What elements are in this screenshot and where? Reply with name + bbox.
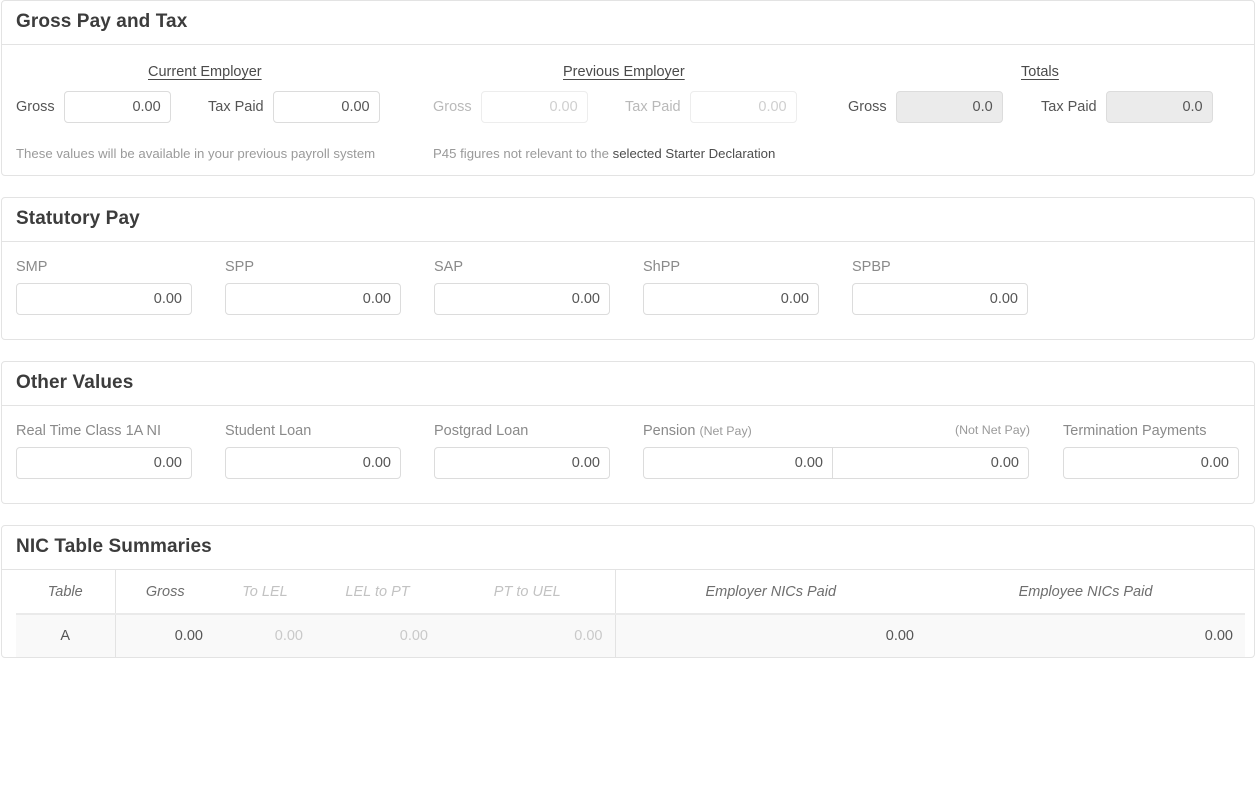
field-student-loan-label: Student Loan	[225, 423, 312, 439]
field-student-loan-input[interactable]	[225, 447, 401, 479]
field-postgrad-loan: Postgrad Loan	[434, 423, 610, 479]
statutory-pay-title: Statutory Pay	[16, 208, 140, 229]
pension-label-sub: (Net Pay)	[699, 424, 752, 438]
previous-employer-gross-field: Gross	[433, 91, 588, 123]
field-spbp-input[interactable]	[852, 283, 1028, 315]
page-title: Gross Pay and Tax	[16, 11, 188, 32]
pension-inputs	[643, 447, 1030, 479]
nic-cell-lel-to-pt: 0.00	[315, 614, 440, 657]
statutory-pay-body: SMP SPP SAP ShPP SPBP	[2, 242, 1254, 339]
field-spp-input[interactable]	[225, 283, 401, 315]
nic-col-lel-to-pt: LEL to PT	[315, 570, 440, 615]
pension-not-net-pay-label: (Not Net Pay)	[954, 423, 1030, 437]
nic-cell-employee-nics-paid: 0.00	[926, 614, 1245, 657]
nic-col-to-lel: To LEL	[215, 570, 315, 615]
nic-cell-to-lel: 0.00	[215, 614, 315, 657]
field-sap-label: SAP	[434, 259, 464, 275]
field-sap-input[interactable]	[434, 283, 610, 315]
field-termination-payments: Termination Payments	[1063, 423, 1239, 479]
nic-table-summaries-header: NIC Table Summaries	[2, 526, 1254, 570]
nic-table-summaries-card: NIC Table Summaries Table Gross To LEL L…	[1, 525, 1255, 658]
current-employer-tax-paid-field: Tax Paid	[208, 91, 380, 123]
pension-label: Pension (Net Pay)	[643, 423, 752, 439]
field-student-loan: Student Loan	[225, 423, 401, 479]
nic-cell-employer-nics-paid: 0.00	[615, 614, 926, 657]
field-real-time-class-1a-ni-label: Real Time Class 1A NI	[16, 423, 162, 439]
statutory-pay-fields: SMP SPP SAP ShPP SPBP	[16, 242, 1240, 339]
field-real-time-class-1a-ni: Real Time Class 1A NI	[16, 423, 192, 479]
totals-tax-paid-label: Tax Paid	[1041, 99, 1097, 115]
column-title-previous-employer: Previous Employer	[563, 64, 685, 80]
nic-cell-gross: 0.00	[115, 614, 215, 657]
nic-table-head: Table Gross To LEL LEL to PT PT to UEL E…	[16, 570, 1245, 615]
field-shpp-label: ShPP	[643, 259, 681, 275]
field-shpp-input[interactable]	[643, 283, 819, 315]
nic-col-pt-to-uel: PT to UEL	[440, 570, 616, 615]
current-employer-helper-text: These values will be available in your p…	[16, 146, 376, 161]
field-smp: SMP	[16, 259, 192, 315]
totals-tax-paid-field: Tax Paid	[1041, 91, 1213, 123]
statutory-pay-header: Statutory Pay	[2, 198, 1254, 242]
field-postgrad-loan-input[interactable]	[434, 447, 610, 479]
statutory-pay-card: Statutory Pay SMP SPP SAP ShPP	[1, 197, 1255, 340]
totals-tax-paid-value	[1105, 91, 1213, 123]
pension-net-pay-input[interactable]	[643, 447, 833, 479]
current-employer-gross-field: Gross	[16, 91, 171, 123]
field-spbp-label: SPBP	[852, 259, 891, 275]
nic-col-gross: Gross	[115, 570, 215, 615]
previous-tax-paid-input[interactable]	[689, 91, 797, 123]
nic-col-employer-nics-paid: Employer NICs Paid	[615, 570, 926, 615]
gross-pay-and-tax-header: Gross Pay and Tax	[2, 1, 1254, 45]
nic-cell-table: A	[16, 614, 116, 657]
field-spp: SPP	[225, 259, 401, 315]
pension-label-main: Pension	[643, 423, 696, 439]
nic-cell-pt-to-uel: 0.00	[440, 614, 616, 657]
nic-summary-table: Table Gross To LEL LEL to PT PT to UEL E…	[16, 570, 1245, 657]
previous-helper-plain: P45 figures not relevant to the	[433, 146, 613, 161]
field-shpp: ShPP	[643, 259, 819, 315]
totals-gross-field: Gross	[848, 91, 1003, 123]
other-values-body: Real Time Class 1A NI Student Loan Postg…	[2, 406, 1254, 503]
pension-labels: Pension (Net Pay) (Not Net Pay)	[643, 423, 1030, 439]
field-real-time-class-1a-ni-input[interactable]	[16, 447, 192, 479]
current-gross-input[interactable]	[63, 91, 171, 123]
field-pension-group: Pension (Net Pay) (Not Net Pay)	[643, 423, 1030, 479]
field-termination-payments-label: Termination Payments	[1063, 423, 1207, 439]
other-values-title: Other Values	[16, 372, 134, 393]
previous-gross-label: Gross	[433, 99, 472, 115]
current-tax-paid-input[interactable]	[272, 91, 380, 123]
nic-table-summaries-title: NIC Table Summaries	[16, 536, 212, 557]
field-postgrad-loan-label: Postgrad Loan	[434, 423, 529, 439]
field-smp-label: SMP	[16, 259, 48, 275]
totals-gross-label: Gross	[848, 99, 887, 115]
nic-table-summaries-body: Table Gross To LEL LEL to PT PT to UEL E…	[2, 570, 1254, 657]
nic-col-table: Table	[16, 570, 116, 615]
field-termination-payments-input[interactable]	[1063, 447, 1239, 479]
field-spp-label: SPP	[225, 259, 255, 275]
field-smp-input[interactable]	[16, 283, 192, 315]
current-tax-paid-label: Tax Paid	[208, 99, 264, 115]
previous-helper-strong: selected Starter Declaration	[612, 146, 776, 161]
other-values-card: Other Values Real Time Class 1A NI Stude…	[1, 361, 1255, 504]
gross-pay-and-tax-card: Gross Pay and Tax Current Employer Previ…	[1, 0, 1255, 176]
pension-not-net-pay-input[interactable]	[832, 447, 1029, 479]
previous-gross-input[interactable]	[480, 91, 588, 123]
other-values-header: Other Values	[2, 362, 1254, 406]
column-title-totals: Totals	[1021, 64, 1059, 80]
nic-col-employee-nics-paid: Employee NICs Paid	[926, 570, 1245, 615]
other-values-fields: Real Time Class 1A NI Student Loan Postg…	[16, 406, 1240, 503]
previous-tax-paid-label: Tax Paid	[625, 99, 681, 115]
payroll-form-page: Gross Pay and Tax Current Employer Previ…	[0, 0, 1257, 658]
table-row: A 0.00 0.00 0.00 0.00 0.00 0.00	[16, 614, 1245, 657]
totals-gross-value	[895, 91, 1003, 123]
nic-table-header-row: Table Gross To LEL LEL to PT PT to UEL E…	[16, 570, 1245, 615]
column-title-current-employer: Current Employer	[148, 64, 262, 80]
field-spbp: SPBP	[852, 259, 1028, 315]
previous-employer-helper-text: P45 figures not relevant to the selected…	[433, 146, 775, 161]
field-sap: SAP	[434, 259, 610, 315]
nic-table-body: A 0.00 0.00 0.00 0.00 0.00 0.00	[16, 614, 1245, 657]
current-gross-label: Gross	[16, 99, 55, 115]
gross-pay-and-tax-body: Current Employer Previous Employer Total…	[2, 45, 1254, 175]
previous-employer-tax-paid-field: Tax Paid	[625, 91, 797, 123]
